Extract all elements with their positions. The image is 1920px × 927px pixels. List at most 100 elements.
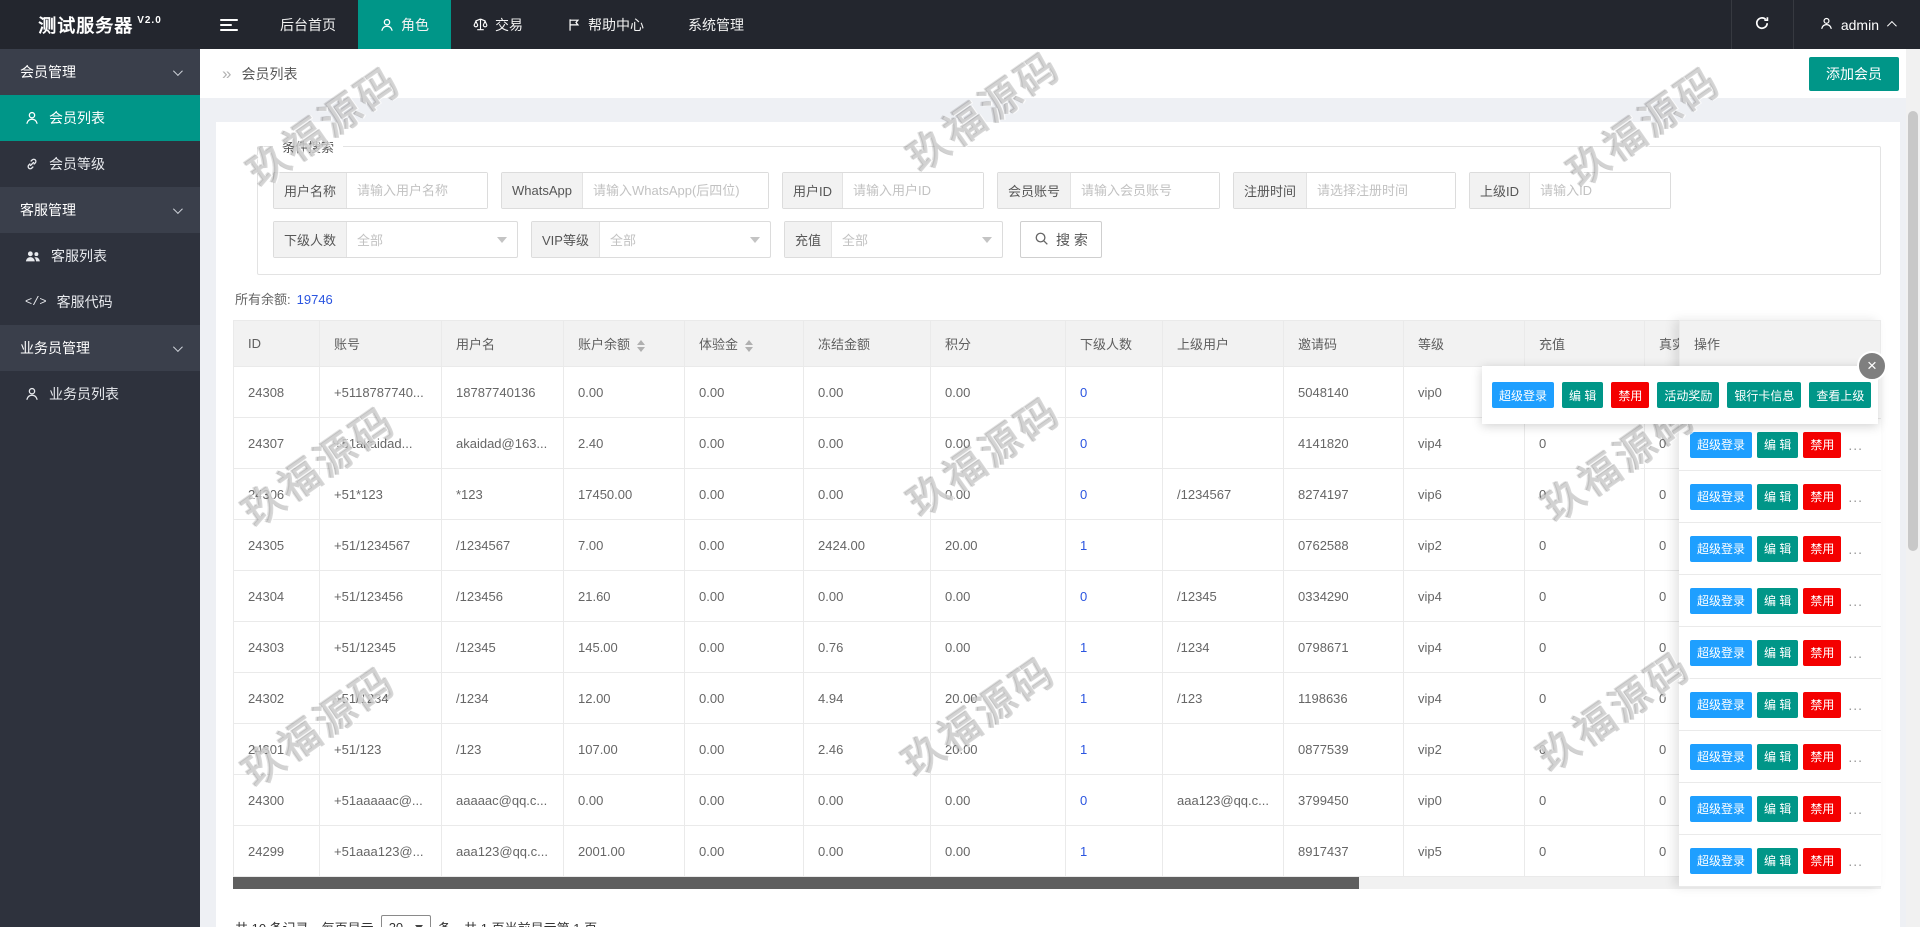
super-login-button[interactable]: 超级登录 — [1690, 588, 1752, 614]
sidebar-item-member-list[interactable]: 会员列表 — [0, 95, 200, 141]
disable-button[interactable]: 禁用 — [1803, 484, 1841, 510]
close-actions-popup-button[interactable]: × — [1857, 351, 1887, 381]
nav-item-system[interactable]: 系统管理 — [666, 0, 766, 49]
username-input[interactable] — [347, 173, 487, 208]
more-actions-button[interactable]: ... — [1846, 484, 1865, 510]
subordinates-count-link[interactable]: 0 — [1080, 793, 1087, 808]
bank-card-info-button[interactable]: 银行卡信息 — [1727, 382, 1801, 408]
more-actions-button[interactable]: ... — [1846, 432, 1865, 458]
cell-value: 24303 — [248, 640, 284, 655]
sidebar-item-support-code[interactable]: </> 客服代码 — [0, 279, 200, 325]
sidebar-toggle-icon[interactable] — [200, 0, 258, 49]
userid-input[interactable] — [843, 173, 983, 208]
super-login-button[interactable]: 超级登录 — [1690, 744, 1752, 770]
vip-level-select[interactable]: VIP等级 全部 — [531, 221, 771, 258]
super-login-button[interactable]: 超级登录 — [1690, 536, 1752, 562]
edit-button[interactable]: 编 辑 — [1757, 640, 1798, 666]
table-zone: ID账号用户名账户余额体验金冻结金额积分下级人数上级用户邀请码等级充值真实 24… — [233, 320, 1881, 877]
super-login-button[interactable]: 超级登录 — [1492, 382, 1554, 408]
more-actions-button[interactable]: ... — [1846, 536, 1865, 562]
total-balance-value[interactable]: 19746 — [297, 292, 333, 307]
subordinates-count-link[interactable]: 1 — [1080, 844, 1087, 859]
edit-button[interactable]: 编 辑 — [1757, 432, 1798, 458]
view-parent-button[interactable]: 查看上级 — [1809, 382, 1871, 408]
vertical-scrollbar[interactable] — [1906, 49, 1920, 927]
sidebar-group-salesman[interactable]: 业务员管理 — [0, 325, 200, 371]
more-actions-button[interactable]: ... — [1846, 744, 1865, 770]
sidebar-group-support[interactable]: 客服管理 — [0, 187, 200, 233]
per-page-select[interactable]: 20 — [381, 915, 431, 927]
disable-button[interactable]: 禁用 — [1803, 432, 1841, 458]
sort-icon[interactable] — [637, 340, 645, 352]
cell-value: 0.00 — [945, 640, 970, 655]
subordinates-count-link[interactable]: 1 — [1080, 742, 1087, 757]
edit-button[interactable]: 编 辑 — [1757, 692, 1798, 718]
recharge-select[interactable]: 充值 全部 — [784, 221, 1003, 258]
nav-item-role[interactable]: 角色 — [358, 0, 451, 49]
dropdown-arrow-icon — [982, 237, 992, 243]
activity-reward-button[interactable]: 活动奖励 — [1657, 382, 1719, 408]
subordinates-count-link[interactable]: 0 — [1080, 385, 1087, 400]
cell-value: vip4 — [1418, 436, 1442, 451]
more-actions-button[interactable]: ... — [1846, 848, 1865, 874]
disable-button[interactable]: 禁用 — [1803, 796, 1841, 822]
sidebar-item-member-level[interactable]: 会员等级 — [0, 141, 200, 187]
disable-button[interactable]: 禁用 — [1803, 588, 1841, 614]
horizontal-scrollbar[interactable] — [233, 877, 1881, 889]
subordinates-count-link[interactable]: 0 — [1080, 487, 1087, 502]
edit-button[interactable]: 编 辑 — [1757, 744, 1798, 770]
code-icon: </> — [25, 295, 47, 309]
sidebar-group-members[interactable]: 会员管理 — [0, 49, 200, 95]
refresh-button[interactable] — [1731, 0, 1793, 49]
super-login-button[interactable]: 超级登录 — [1690, 432, 1752, 458]
edit-button[interactable]: 编 辑 — [1757, 536, 1798, 562]
column-header: 账号 — [320, 321, 442, 367]
nav-item-trade[interactable]: 交易 — [451, 0, 545, 49]
super-login-button[interactable]: 超级登录 — [1690, 640, 1752, 666]
disable-button[interactable]: 禁用 — [1803, 848, 1841, 874]
edit-button[interactable]: 编 辑 — [1757, 848, 1798, 874]
admin-menu[interactable]: admin — [1793, 0, 1920, 49]
more-actions-button[interactable]: ... — [1846, 640, 1865, 666]
subordinates-count-link[interactable]: 0 — [1080, 589, 1087, 604]
whatsapp-input[interactable] — [583, 173, 768, 208]
parent-id-input[interactable] — [1530, 173, 1670, 208]
search-button[interactable]: 搜 索 — [1020, 221, 1102, 258]
vertical-scrollbar-thumb[interactable] — [1908, 111, 1918, 551]
cell-value: 12.00 — [578, 691, 611, 706]
add-member-button[interactable]: 添加会员 — [1809, 57, 1899, 91]
more-actions-button[interactable]: ... — [1846, 692, 1865, 718]
super-login-button[interactable]: 超级登录 — [1690, 796, 1752, 822]
table-row: 24307+51akaidad...akaidad@163...2.400.00… — [234, 418, 1765, 469]
cell-value: vip0 — [1418, 385, 1442, 400]
super-login-button[interactable]: 超级登录 — [1690, 692, 1752, 718]
edit-button[interactable]: 编 辑 — [1757, 484, 1798, 510]
subordinates-count-link[interactable]: 1 — [1080, 538, 1087, 553]
more-actions-button[interactable]: ... — [1846, 796, 1865, 822]
subordinates-count-link[interactable]: 1 — [1080, 640, 1087, 655]
sidebar-item-salesman-list[interactable]: 业务员列表 — [0, 371, 200, 417]
subordinates-count-link[interactable]: 1 — [1080, 691, 1087, 706]
disable-button[interactable]: 禁用 — [1803, 640, 1841, 666]
sort-icon[interactable] — [745, 340, 753, 352]
nav-item-home[interactable]: 后台首页 — [258, 0, 358, 49]
disable-button[interactable]: 禁用 — [1803, 692, 1841, 718]
cell-value: 24308 — [248, 385, 284, 400]
disable-button[interactable]: 禁用 — [1803, 744, 1841, 770]
edit-button[interactable]: 编 辑 — [1757, 796, 1798, 822]
member-account-input[interactable] — [1071, 173, 1219, 208]
disable-button[interactable]: 禁用 — [1611, 382, 1649, 408]
register-time-input[interactable] — [1307, 173, 1455, 208]
super-login-button[interactable]: 超级登录 — [1690, 484, 1752, 510]
edit-button[interactable]: 编 辑 — [1562, 382, 1603, 408]
sidebar-item-support-list[interactable]: 客服列表 — [0, 233, 200, 279]
disable-button[interactable]: 禁用 — [1803, 536, 1841, 562]
subordinates-count-link[interactable]: 0 — [1080, 436, 1087, 451]
edit-button[interactable]: 编 辑 — [1757, 588, 1798, 614]
cell-value: 0 — [1539, 436, 1546, 451]
horizontal-scrollbar-thumb[interactable] — [233, 877, 1359, 889]
subordinates-select[interactable]: 下级人数 全部 — [273, 221, 518, 258]
more-actions-button[interactable]: ... — [1846, 588, 1865, 614]
nav-item-help[interactable]: 帮助中心 — [545, 0, 666, 49]
super-login-button[interactable]: 超级登录 — [1690, 848, 1752, 874]
